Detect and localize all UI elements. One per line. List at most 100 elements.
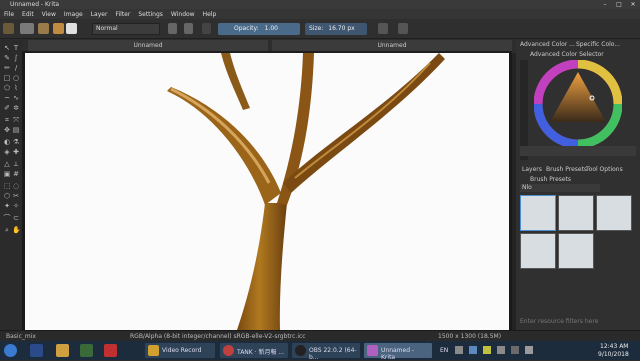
media-icon[interactable] [80,344,93,357]
task-obs[interactable]: OBS 22.0.2 (64-b... [292,343,360,361]
reference-tool-icon[interactable]: ▣ [3,170,11,178]
volume-icon[interactable] [525,346,533,354]
calligraphy-icon[interactable]: ∫ [12,54,20,62]
freehand-select-icon[interactable]: ✂ [12,192,20,200]
smart-patch-icon[interactable]: ✚ [12,148,20,156]
tray-icon[interactable] [469,346,477,354]
transform-tool-icon[interactable]: ⤧ [12,116,20,124]
size-slider[interactable]: Size: 16.70 px [305,23,367,35]
menu-image[interactable]: Image [60,9,87,18]
pattern-icon[interactable] [20,23,34,34]
canvas-viewport[interactable] [22,53,512,330]
dynamic-brush-icon[interactable]: ✐ [3,104,11,112]
similar-select-icon[interactable]: ✧ [12,202,20,210]
freehand-path-icon[interactable]: ∿ [12,94,20,102]
start-icon[interactable] [4,344,17,357]
tab-tool-options[interactable]: Tool Options [586,166,623,174]
task-krita[interactable]: Unnamed - Krita [364,343,432,361]
eraser-icon[interactable] [168,23,177,34]
magnetic-select-icon[interactable]: ⊂ [12,214,20,222]
mirror-horizontal-icon[interactable] [378,23,388,34]
freehand-brush-icon[interactable]: ✏ [3,64,11,72]
rectangle-tool-icon[interactable]: □ [3,74,11,82]
close-button[interactable]: ✕ [626,0,640,9]
tab-brush-presets[interactable]: Brush Presets [546,166,587,174]
polygon-select-icon[interactable]: ⬡ [3,192,11,200]
mirror-vertical-icon[interactable] [398,23,408,34]
select-shapes-icon[interactable]: ↖ [3,44,11,52]
color-history-strip[interactable] [520,146,636,156]
clock-date[interactable]: 9/10/2018 [598,351,629,358]
network-icon[interactable] [511,346,519,354]
color-swatch-icon[interactable] [53,23,64,34]
contiguous-select-icon[interactable]: ✦ [3,202,11,210]
opacity-label: Opacity: [234,25,259,32]
task-browser[interactable]: TANK · 新月報 ... [220,343,288,358]
tab-document-left[interactable]: Unnamed [28,40,268,51]
explorer-icon[interactable] [56,344,69,357]
gradient-tool-icon[interactable]: ▤ [12,126,20,134]
polyline-tool-icon[interactable]: ⌇ [12,84,20,92]
menu-edit[interactable]: Edit [18,9,38,18]
brush-preset-2[interactable] [558,195,594,231]
task-video-record[interactable]: Video Record [145,343,215,358]
color-picker-icon[interactable]: ⚗ [12,138,20,146]
ellipse-tool-icon[interactable]: ○ [12,74,20,82]
line-tool-icon[interactable]: / [12,64,20,72]
brush-preset-4[interactable] [520,233,556,269]
menu-layer[interactable]: Layer [87,9,112,18]
tab-advanced-color[interactable]: Advanced Color ... [520,41,575,49]
text-tool-icon[interactable]: T [12,44,20,52]
rect-select-icon[interactable]: ⬚ [3,182,11,190]
brush-search-field[interactable]: Enter resource filters here [520,318,630,326]
brush-preset-3[interactable] [596,195,632,231]
grid-tool-icon[interactable]: # [12,170,20,178]
tray-icon[interactable] [455,346,463,354]
tab-layers[interactable]: Layers [522,166,542,174]
brush-preset-1[interactable] [520,195,556,231]
tray-icon[interactable] [497,346,505,354]
assistant-tool-icon[interactable]: △ [3,160,11,168]
crop-tool-icon[interactable]: ⌗ [3,116,11,124]
opacity-slider[interactable]: Opacity: 1.00 [218,23,300,35]
brush-tag-select[interactable]: Nlo [520,184,600,192]
fill-tool-icon[interactable]: ◈ [3,148,11,156]
ellipse-select-icon[interactable]: ◌ [12,182,20,190]
color-wheel[interactable] [534,60,622,148]
tab-specific-color[interactable]: Specific Colo... [576,41,620,49]
measure-tool-icon[interactable]: ⟂ [12,160,20,168]
move-tool-icon[interactable]: ✥ [3,126,11,134]
canvas[interactable] [25,53,509,330]
colorize-mask-icon[interactable]: ◐ [3,138,11,146]
multibrush-icon[interactable]: ✲ [12,104,20,112]
menu-window[interactable]: Window [167,9,199,18]
zoom-tool-icon[interactable]: ⌕ [3,226,11,234]
clock-time[interactable]: 12:43 AM [600,343,628,350]
polygon-tool-icon[interactable]: ⬠ [3,84,11,92]
bezier-tool-icon[interactable]: ~ [3,94,11,102]
system-tray[interactable] [455,346,575,355]
menu-file[interactable]: File [0,9,18,18]
menu-help[interactable]: Help [199,9,221,18]
tray-icon[interactable] [483,346,491,354]
new-document-icon[interactable] [3,23,14,34]
blend-mode-select[interactable]: Normal [92,23,160,35]
reload-preset-icon[interactable] [202,23,211,34]
minimize-button[interactable]: – [598,0,612,9]
menu-view[interactable]: View [38,9,60,18]
maximize-button[interactable]: □ [612,0,626,9]
background-swatch-icon[interactable] [66,23,77,34]
ie-icon[interactable] [30,344,43,357]
language-indicator[interactable]: EN [440,347,448,354]
brush-preset-icon[interactable] [38,23,49,34]
menu-filter[interactable]: Filter [111,9,134,18]
pan-tool-icon[interactable]: ✋ [12,226,21,234]
tab-document-right[interactable]: Unnamed [272,40,512,51]
edit-shapes-icon[interactable]: ✎ [3,54,11,62]
alpha-lock-icon[interactable] [184,23,193,34]
toolbox: ↖ T ✎ ∫ ✏ / □ ○ ⬠ ⌇ ~ ∿ ✐ ✲ ⌗ ⤧ ✥ ▤ ◐ ⚗ … [0,40,22,330]
brush-preset-5[interactable] [558,233,594,269]
chrome-icon[interactable] [104,344,117,357]
bezier-select-icon[interactable]: ⌒ [3,214,11,222]
menu-settings[interactable]: Settings [134,9,167,18]
